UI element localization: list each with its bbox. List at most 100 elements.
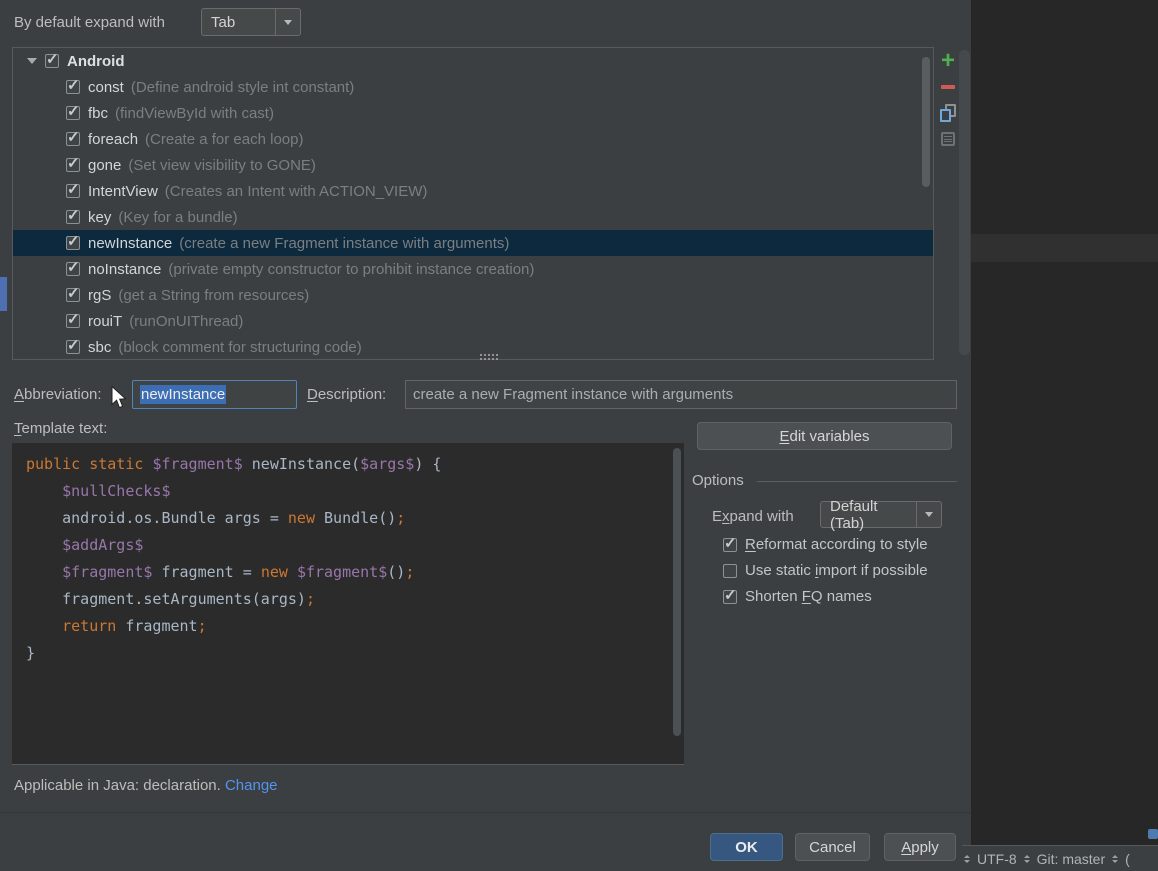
- code-line: $nullChecks$: [26, 478, 684, 505]
- template-row-Android[interactable]: Android: [13, 48, 933, 74]
- template-name: rouiT: [88, 313, 122, 330]
- template-row-newInstance[interactable]: newInstance (create a new Fragment instan…: [13, 230, 933, 256]
- remove-icon[interactable]: [939, 78, 957, 96]
- template-description: (private empty constructor to prohibit i…: [168, 261, 534, 278]
- template-name: fbc: [88, 105, 108, 122]
- checkbox-icon[interactable]: [66, 158, 80, 172]
- template-name: newInstance: [88, 235, 172, 252]
- encoding-widget[interactable]: UTF-8: [977, 851, 1017, 867]
- template-row-rgS[interactable]: rgS (get a String from resources): [13, 282, 933, 308]
- default-expand-label: By default expand with: [14, 14, 165, 31]
- checkbox-icon[interactable]: [723, 564, 737, 578]
- template-name: foreach: [88, 131, 138, 148]
- description-value: create a new Fragment instance with argu…: [413, 386, 733, 403]
- checkbox-icon[interactable]: [66, 236, 80, 250]
- checkbox-icon[interactable]: [66, 210, 80, 224]
- checkbox-icon[interactable]: [66, 184, 80, 198]
- template-description: (Define android style int constant): [131, 79, 354, 96]
- template-name: const: [88, 79, 124, 96]
- checkbox-icon[interactable]: [66, 314, 80, 328]
- template-row-noInstance[interactable]: noInstance(private empty constructor to …: [13, 256, 933, 282]
- editor-caret-row: [971, 234, 1158, 262]
- restore-default-icon[interactable]: [939, 130, 957, 148]
- abbreviation-input[interactable]: newInstance: [132, 380, 297, 409]
- chevron-down-icon[interactable]: [275, 9, 300, 35]
- live-templates-dialog: By default expand with Tab Android const (…: [0, 0, 971, 871]
- template-description: (Create a for each loop): [145, 131, 303, 148]
- tree-scrollbar[interactable]: [922, 57, 930, 187]
- option-shorten-fq[interactable]: Shorten FQ names: [723, 588, 872, 605]
- description-input[interactable]: create a new Fragment instance with argu…: [405, 380, 957, 409]
- template-name: Android: [67, 53, 125, 70]
- checkbox-icon[interactable]: [66, 288, 80, 302]
- template-description: (get a String from resources): [118, 287, 309, 304]
- cancel-button[interactable]: Cancel: [795, 833, 870, 861]
- template-description: (block comment for structuring code): [118, 339, 361, 356]
- chevron-down-icon[interactable]: [916, 502, 941, 527]
- code-line: public static $fragment$ newInstance($ar…: [26, 451, 684, 478]
- checkbox-icon[interactable]: [66, 132, 80, 146]
- template-row-foreach[interactable]: foreach (Create a for each loop): [13, 126, 933, 152]
- option-reformat[interactable]: Reformat according to style: [723, 536, 928, 553]
- code-line: }: [26, 640, 684, 667]
- expand-with-combo[interactable]: Default (Tab): [820, 501, 942, 528]
- description-label: Description:: [307, 386, 386, 403]
- expand-arrow-icon[interactable]: [27, 58, 37, 64]
- checkbox-icon[interactable]: [66, 262, 80, 276]
- template-name: IntentView: [88, 183, 158, 200]
- template-description: (Creates an Intent with ACTION_VIEW): [165, 183, 428, 200]
- template-row-IntentView[interactable]: IntentView (Creates an Intent with ACTION…: [13, 178, 933, 204]
- change-link[interactable]: Change: [225, 777, 278, 794]
- template-row-sbc[interactable]: sbc(block comment for structuring code): [13, 334, 933, 360]
- git-branch-widget[interactable]: Git: master: [1037, 851, 1105, 867]
- option-static-import[interactable]: Use static import if possible: [723, 562, 928, 579]
- template-name: rgS: [88, 287, 111, 304]
- widget-arrows-icon[interactable]: [1112, 855, 1118, 863]
- settings-scrollbar[interactable]: [959, 50, 970, 355]
- template-name: gone: [88, 157, 121, 174]
- template-description: (findViewById with cast): [115, 105, 274, 122]
- template-text-label: Template text:: [14, 420, 107, 437]
- template-text-editor[interactable]: public static $fragment$ newInstance($ar…: [12, 443, 684, 765]
- code-line: android.os.Bundle args = new Bundle();: [26, 505, 684, 532]
- default-expand-combo[interactable]: Tab: [201, 8, 301, 36]
- status-fragment: (: [1125, 851, 1130, 867]
- editor-scrollbar[interactable]: [673, 448, 681, 736]
- mouse-cursor: [111, 386, 128, 410]
- screen: By default expand with Tab Android const (…: [0, 0, 1158, 871]
- ok-button[interactable]: OK: [710, 833, 783, 861]
- resize-grip[interactable]: [479, 353, 498, 360]
- code-line: return fragment;: [26, 613, 684, 640]
- checkbox-icon[interactable]: [66, 80, 80, 94]
- apply-button[interactable]: Apply: [884, 833, 956, 861]
- template-row-rouiT[interactable]: rouiT (runOnUIThread): [13, 308, 933, 334]
- template-tree: Android const (Define android style int co…: [12, 47, 934, 360]
- widget-arrows-icon[interactable]: [1024, 855, 1030, 863]
- template-description: (Set view visibility to GONE): [128, 157, 316, 174]
- duplicate-icon[interactable]: [939, 104, 957, 122]
- template-row-fbc[interactable]: fbc (findViewById with cast): [13, 100, 933, 126]
- checkbox-icon[interactable]: [66, 340, 80, 354]
- template-row-gone[interactable]: gone (Set view visibility to GONE): [13, 152, 933, 178]
- widget-arrows-icon[interactable]: [964, 855, 970, 863]
- template-description: (create a new Fragment instance with arg…: [179, 235, 509, 252]
- checkbox-icon[interactable]: [723, 538, 737, 552]
- button-row-separator: [0, 812, 971, 813]
- abbreviation-label: Abbreviation:: [14, 386, 102, 403]
- add-icon[interactable]: +: [939, 52, 957, 70]
- checkbox-icon[interactable]: [66, 106, 80, 120]
- options-group-title: Options: [692, 472, 744, 489]
- option-static-import-label: Use static import if possible: [745, 562, 928, 579]
- template-description: (runOnUIThread): [129, 313, 243, 330]
- applicable-context-text: Applicable in Java: declaration. Change: [14, 777, 278, 794]
- edit-variables-button[interactable]: Edit variables: [697, 422, 952, 450]
- list-toolbar: +: [938, 52, 958, 148]
- template-row-const[interactable]: const (Define android style int constant): [13, 74, 933, 100]
- checkbox-icon[interactable]: [723, 590, 737, 604]
- checkbox-icon[interactable]: [45, 54, 59, 68]
- template-row-key[interactable]: key(Key for a bundle): [13, 204, 933, 230]
- notification-icon[interactable]: [1148, 829, 1158, 839]
- option-shorten-fq-label: Shorten FQ names: [745, 588, 872, 605]
- ide-background: [971, 0, 1158, 871]
- status-bar: UTF-8 Git: master (: [962, 845, 1158, 871]
